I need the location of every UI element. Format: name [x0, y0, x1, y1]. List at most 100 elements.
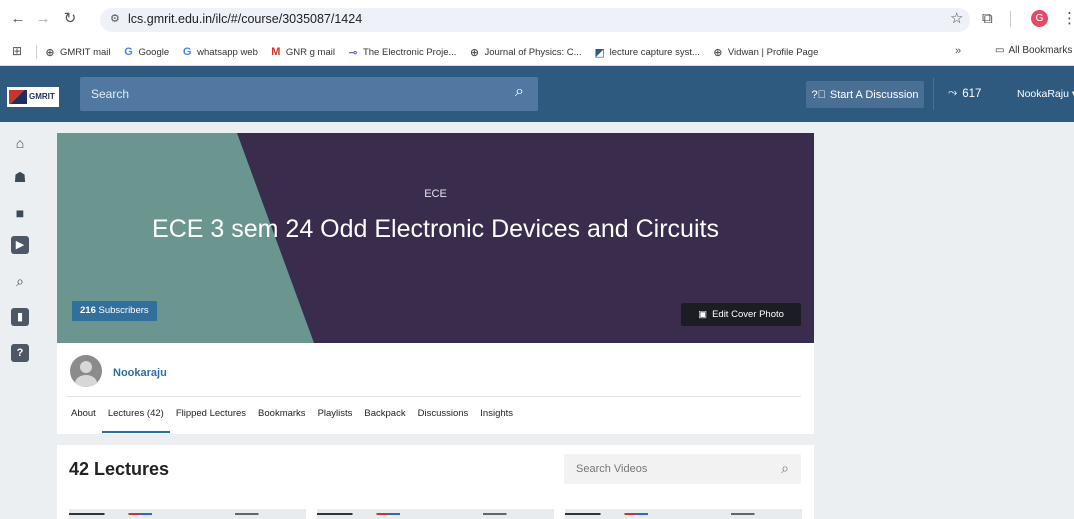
- help-icon[interactable]: ?: [11, 344, 29, 362]
- lecture-thumbnail[interactable]: [69, 509, 306, 519]
- search-icon[interactable]: ⌕: [781, 460, 789, 477]
- trend-icon: ⤳: [948, 87, 958, 99]
- gmail-icon: M: [271, 46, 281, 58]
- link-icon: ⊸: [348, 46, 358, 59]
- bookmark-item[interactable]: ⊸ The Electronic Proje...: [347, 46, 456, 59]
- gmrit-logo[interactable]: GMRIT: [7, 87, 59, 107]
- lecture-thumbnail[interactable]: [317, 509, 554, 519]
- user-name: NookaRaju: [1017, 88, 1069, 100]
- question-circle-icon: ?⃝: [811, 88, 826, 101]
- bookmark-label: whatsapp web: [197, 46, 258, 58]
- logo-mark-icon: [9, 90, 27, 104]
- subscribers-badge[interactable]: 216 Subscribers: [72, 301, 157, 321]
- points-indicator[interactable]: ⤳ 617: [948, 87, 981, 100]
- video-library-icon[interactable]: ▶: [11, 236, 29, 254]
- tab-discussions[interactable]: Discussions: [412, 407, 475, 433]
- user-menu[interactable]: NookaRaju ▾: [1017, 88, 1074, 100]
- edit-cover-photo-button[interactable]: ▣ Edit Cover Photo: [681, 303, 801, 326]
- google-icon: G: [124, 46, 133, 58]
- search-videos-input[interactable]: Search Videos ⌕: [564, 454, 801, 484]
- address-bar[interactable]: ⚙ lcs.gmrit.edu.in/ilc/#/course/3035087/…: [100, 8, 970, 32]
- url-text: lcs.gmrit.edu.in/ilc/#/course/3035087/14…: [128, 12, 363, 26]
- bookmarks-divider: [36, 45, 37, 59]
- bookmark-label: GNR g mail: [285, 46, 335, 58]
- logo-text: GMRIT: [29, 92, 55, 101]
- start-discussion-label: Start A Discussion: [829, 88, 919, 101]
- search-icon[interactable]: ⌕: [515, 83, 524, 101]
- all-bookmarks-label: All Bookmarks: [1008, 45, 1073, 56]
- bookmark-star-icon[interactable]: ☆: [950, 9, 963, 29]
- header-divider: [933, 78, 934, 110]
- thumbnail-image: [317, 513, 554, 515]
- bookmark-item[interactable]: ⊕ Vidwan | Profile Page: [712, 46, 819, 59]
- thumbnail-image: [69, 513, 306, 515]
- subscribers-count: 216: [80, 305, 96, 316]
- tab-playlists[interactable]: Playlists: [312, 407, 359, 433]
- bookmark-label: Vidwan | Profile Page: [727, 46, 819, 58]
- extensions-icon[interactable]: ⧉: [982, 9, 993, 29]
- folder-icon[interactable]: ■: [11, 204, 29, 222]
- thumbnail-image: [565, 513, 802, 515]
- tab-insights[interactable]: Insights: [474, 407, 519, 433]
- points-value: 617: [962, 87, 982, 100]
- subscribers-label: Subscribers: [98, 305, 149, 316]
- lectures-panel: 42 Lectures Search Videos ⌕: [57, 445, 814, 519]
- globe-icon: ⊕: [45, 46, 55, 59]
- all-bookmarks-button[interactable]: ▭ All Bookmarks: [995, 45, 1072, 56]
- edit-cover-label: Edit Cover Photo: [712, 309, 784, 320]
- analytics-icon[interactable]: ▮: [11, 308, 29, 326]
- apps-grid-icon[interactable]: ⊞: [12, 44, 22, 58]
- bookmark-item[interactable]: M GNR g mail: [270, 46, 335, 58]
- bookmark-label: lecture capture syst...: [609, 46, 700, 58]
- browser-toolbar: ← → ↻ ⚙ lcs.gmrit.edu.in/ilc/#/course/30…: [0, 0, 1074, 38]
- owner-avatar[interactable]: [70, 355, 102, 387]
- app-icon: ◩: [594, 46, 605, 59]
- search-videos-placeholder: Search Videos: [576, 463, 648, 475]
- bookmark-label: Google: [138, 46, 170, 58]
- global-search-input[interactable]: Search ⌕: [80, 77, 538, 111]
- globe-icon: ⊕: [713, 46, 723, 59]
- folder-icon: ▭: [995, 45, 1005, 56]
- lectures-heading: 42 Lectures: [69, 459, 170, 479]
- bookmark-item[interactable]: G Google: [123, 46, 170, 58]
- back-arrow-icon[interactable]: ←: [8, 9, 28, 29]
- bookmarks-bar: ⊞ ⊕ GMRIT mail G Google Gwhatsapp web M GNR g …: [0, 38, 1074, 66]
- tab-backpack[interactable]: Backpack: [358, 407, 411, 433]
- bookmark-item[interactable]: ◩ lecture capture syst...: [594, 46, 700, 59]
- course-cover: ECE ECE 3 sem 24 Odd Electronic Devices …: [57, 133, 814, 343]
- bookmark-label: GMRIT mail: [60, 46, 111, 58]
- reload-icon[interactable]: ↻: [60, 9, 80, 29]
- camera-icon: ▣: [698, 309, 708, 320]
- search-placeholder: Search: [91, 87, 130, 101]
- app-header: GMRIT Search ⌕ ?⃝ Start A Discussion ⤳ 6…: [0, 66, 1074, 122]
- tab-lectures-42[interactable]: Lectures (42): [101, 407, 170, 433]
- course-code: ECE: [424, 188, 447, 200]
- bookmark-label: Journal of Physics: C...: [484, 46, 582, 58]
- course-tabs: About Lectures (42) Flipped Lectures Bookma…: [65, 407, 519, 433]
- bookmark-item[interactable]: Gwhatsapp web: [181, 46, 258, 58]
- globe-icon: ⊕: [469, 46, 480, 59]
- tab-bookmarks[interactable]: Bookmarks: [252, 407, 312, 433]
- course-title: ECE 3 sem 24 Odd Electronic Devices and …: [152, 215, 719, 243]
- home-icon[interactable]: ⌂: [11, 134, 29, 152]
- tab-about[interactable]: About: [65, 407, 102, 433]
- left-nav-rail: ⌂ ☗ ■ ▶ ⌕ ▮?: [0, 122, 44, 519]
- owner-name[interactable]: Nookaraju: [113, 367, 167, 379]
- forward-arrow-icon[interactable]: →: [33, 9, 53, 29]
- start-discussion-button[interactable]: ?⃝ Start A Discussion: [806, 81, 924, 108]
- bookmark-label: The Electronic Proje...: [362, 46, 457, 58]
- search-icon[interactable]: ⌕: [11, 272, 29, 290]
- course-tabs-card: Nookaraju About Lectures (42) Flipped Lect…: [57, 343, 814, 434]
- bookmark-item[interactable]: ⊕ GMRIT mail: [44, 46, 111, 59]
- bookmark-list: ⊕ GMRIT mail G Google Gwhatsapp web M GNR g ma…: [44, 38, 818, 66]
- profile-avatar[interactable]: G: [1031, 10, 1048, 27]
- site-info-icon[interactable]: ⚙: [110, 12, 120, 25]
- toolbar-divider: [1010, 11, 1011, 27]
- more-bookmarks-button[interactable]: »: [955, 45, 961, 57]
- tab-flipped-lectures[interactable]: Flipped Lectures: [170, 407, 252, 433]
- browser-menu-icon[interactable]: ⋮: [1062, 9, 1074, 29]
- lecture-thumbnail[interactable]: [565, 509, 802, 519]
- classroom-icon[interactable]: ☗: [11, 168, 29, 186]
- bookmark-item[interactable]: ⊕ Journal of Physics: C...: [468, 46, 582, 59]
- google-icon: G: [182, 46, 192, 58]
